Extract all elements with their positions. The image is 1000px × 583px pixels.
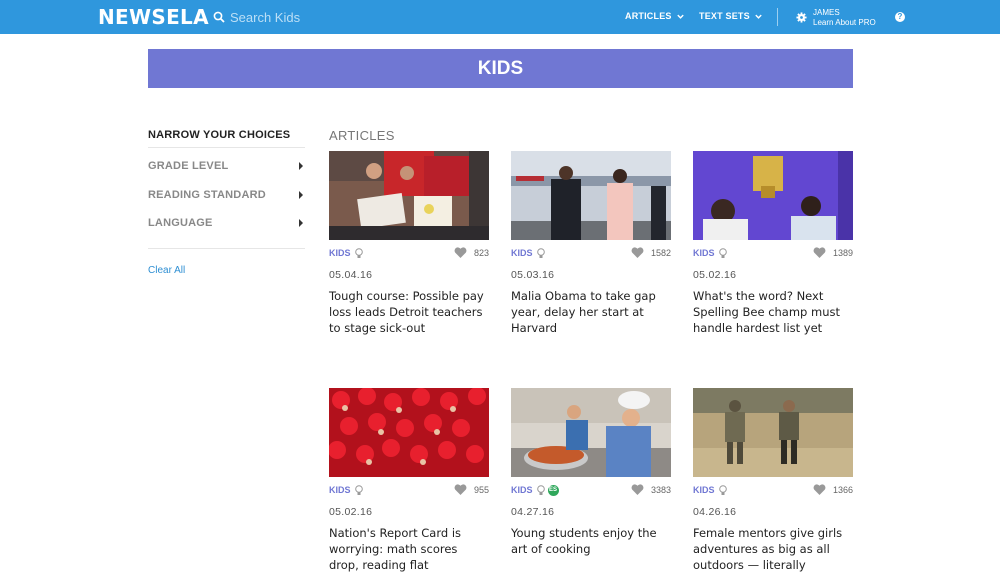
sidebar-divider [148,147,305,148]
lightbulb-icon [718,247,727,258]
likes-count: 955 [473,485,489,495]
articles-heading: ARTICLES [329,128,395,143]
help-icon[interactable]: ? [895,12,905,22]
filter-grade-level[interactable]: GRADE LEVEL [148,160,305,172]
article-title[interactable]: Nation's Report Card is worrying: math s… [329,525,489,573]
lightbulb-icon [354,247,363,258]
nav-articles[interactable]: ARTICLES [625,11,685,21]
article-date: 05.03.16 [511,269,555,281]
article-tag-label: KIDS [329,248,351,258]
article-thumbnail[interactable] [693,151,853,240]
heart-icon [631,484,644,495]
user-subtitle[interactable]: Learn About PRO [813,18,876,28]
article-tag-label: KIDS [511,248,533,258]
article-card[interactable]: KIDS 823 05.04.16 Tough course: Possible… [329,151,489,336]
article-title[interactable]: Tough course: Possible pay loss leads De… [329,288,489,336]
sidebar-title: NARROW YOUR CHOICES [148,129,291,141]
nav-articles-label: ARTICLES [625,11,672,21]
nav-text-sets-label: TEXT SETS [699,11,750,21]
article-date: 04.26.16 [693,506,737,518]
article-date: 05.04.16 [329,269,373,281]
user-menu[interactable]: JAMES Learn About PRO [796,8,876,28]
likes-count: 1389 [832,248,853,258]
filter-label: LANGUAGE [148,217,213,229]
lightbulb-icon [354,484,363,495]
article-card[interactable]: KIDS 1582 05.03.16 Malia Obama to take g… [511,151,671,336]
chevron-down-icon [676,14,684,19]
nav-text-sets[interactable]: TEXT SETS [699,11,763,21]
article-card[interactable]: KIDS 1366 04.26.16 Female mentors give g… [693,388,853,573]
article-likes[interactable]: 823 [454,247,489,259]
page-banner: KIDS [148,49,853,88]
lightbulb-icon [536,247,545,258]
article-date: 05.02.16 [693,269,737,281]
article-tag-label: KIDS [511,485,533,495]
article-likes[interactable]: 955 [454,484,489,496]
article-thumbnail[interactable] [511,151,671,240]
article-tag[interactable]: KIDS [511,247,546,259]
article-likes[interactable]: 3383 [631,484,671,496]
search-input[interactable] [230,9,380,25]
top-bar: NEWSELA ARTICLES TEXT SETS JAMES Lea [0,0,1000,34]
article-thumbnail[interactable] [329,151,489,240]
likes-count: 823 [473,248,489,258]
heart-icon [454,484,467,495]
likes-count: 3383 [650,485,671,495]
article-date: 05.02.16 [329,506,373,518]
gear-icon [796,12,807,23]
article-tag-label: KIDS [693,485,715,495]
chevron-down-icon [755,14,762,19]
heart-icon [813,247,826,258]
article-title[interactable]: What's the word? Next Spelling Bee champ… [693,288,853,336]
article-card[interactable]: KIDS 955 05.02.16 Nation's Report Card i… [329,388,489,573]
caret-right-icon [299,191,303,199]
article-tag[interactable]: KIDS [693,247,728,259]
article-likes[interactable]: 1366 [813,484,853,496]
caret-right-icon [299,219,303,227]
article-likes[interactable]: 1582 [631,247,671,259]
filter-reading-standard[interactable]: READING STANDARD [148,189,305,201]
heart-icon [813,484,826,495]
user-name: JAMES [813,8,840,17]
article-tag[interactable]: KIDS ES [511,484,559,496]
likes-count: 1366 [832,485,853,495]
newsela-logo[interactable]: NEWSELA [98,5,209,29]
search-box[interactable] [213,8,393,26]
article-title[interactable]: Female mentors give girls adventures as … [693,525,853,573]
filter-language[interactable]: LANGUAGE [148,217,305,229]
article-tag-label: KIDS [329,485,351,495]
filter-label: GRADE LEVEL [148,160,229,172]
nav-divider [777,8,778,26]
article-title[interactable]: Young students enjoy the art of cooking [511,525,671,557]
article-tag[interactable]: KIDS [693,484,728,496]
article-card[interactable]: KIDS 1389 05.02.16 What's the word? Next… [693,151,853,336]
article-title[interactable]: Malia Obama to take gap year, delay her … [511,288,671,336]
article-date: 04.27.16 [511,506,555,518]
heart-icon [631,247,644,258]
clear-all-link[interactable]: Clear All [148,265,185,276]
caret-right-icon [299,162,303,170]
article-card[interactable]: KIDS ES 3383 04.27.16 Young students enj… [511,388,671,557]
lightbulb-icon [718,484,727,495]
article-thumbnail[interactable] [511,388,671,477]
article-tag[interactable]: KIDS [329,247,364,259]
heart-icon [454,247,467,258]
likes-count: 1582 [650,248,671,258]
article-tag[interactable]: KIDS [329,484,364,496]
article-thumbnail[interactable] [693,388,853,477]
lightbulb-icon [536,484,545,495]
article-likes[interactable]: 1389 [813,247,853,259]
article-tag-label: KIDS [693,248,715,258]
filter-label: READING STANDARD [148,189,266,201]
sidebar-divider [148,248,305,249]
article-thumbnail[interactable] [329,388,489,477]
search-icon [213,11,225,23]
spanish-language-badge[interactable]: ES [547,484,559,496]
